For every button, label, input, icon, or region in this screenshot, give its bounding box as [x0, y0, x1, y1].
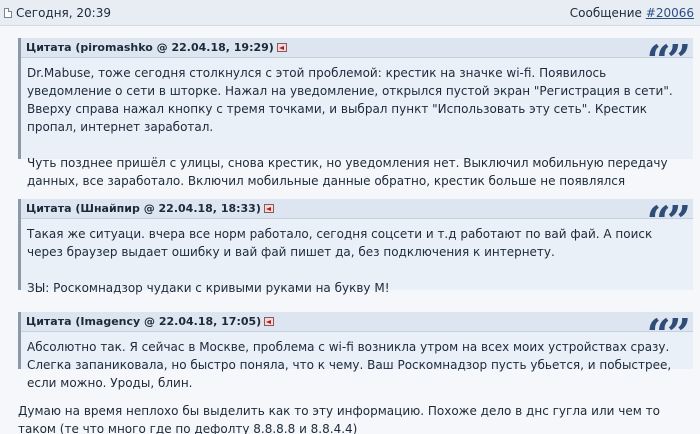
quote-mark-icon: “” [646, 310, 691, 359]
quote-header: Цитата (piromashko @ 22.04.18, 19:29) “” [21, 38, 693, 82]
page-icon [4, 7, 12, 18]
quote-author: Цитата (piromashko @ 22.04.18, 19:29 [26, 41, 269, 54]
quote-mark-icon: “” [646, 197, 691, 246]
post-date-group: Сегодня, 20:39 [4, 6, 111, 20]
quote-paragraph: ЗЫ: Роскомнадзор чудаки с кривыми руками… [27, 281, 390, 295]
quote-block: Цитата (Шнайпир @ 22.04.18, 18:33) “” Та… [18, 199, 693, 295]
quote-body: Абсолютно так. Я сейчас в Москве, пробле… [21, 332, 693, 398]
quote-paragraph: Абсолютно так. Я сейчас в Москве, пробле… [27, 340, 672, 390]
go-to-post-icon[interactable] [264, 317, 275, 326]
quote-header: Цитата (Шнайпир @ 22.04.18, 18:33) “” [21, 199, 693, 243]
go-to-post-icon[interactable] [263, 204, 274, 213]
message-label: Сообщение [569, 5, 642, 20]
quote-mark-icon: “” [646, 36, 691, 85]
quote-body: Такая же ситуаци. вчера все норм работал… [21, 219, 693, 303]
post-text: Думаю на время неплохо бы выделить как т… [18, 404, 660, 434]
quote-paragraph: Такая же ситуаци. вчера все норм работал… [27, 227, 653, 259]
quote-author: Цитата (Шнайпир @ 22.04.18, 18:33 [26, 202, 256, 215]
post-date: Сегодня, 20:39 [16, 5, 111, 20]
quote-body: Dr.Mabuse, тоже сегодня столкнулся с это… [21, 58, 693, 196]
post-header: Сегодня, 20:39 Сообщение #20066 [0, 0, 700, 26]
post-message-info: Сообщение #20066 [570, 6, 694, 20]
quote-block: Цитата (Imagency @ 22.04.18, 17:05) “” А… [18, 312, 693, 390]
quote-paragraph: Чуть позднее пришёл с улицы, снова крест… [27, 156, 668, 188]
go-to-post-icon[interactable] [276, 43, 287, 52]
message-number-link[interactable]: #20066 [646, 6, 694, 20]
quote-author: Цитата (Imagency @ 22.04.18, 17:05 [26, 315, 257, 328]
quote-block: Цитата (piromashko @ 22.04.18, 19:29) “”… [18, 38, 693, 188]
quote-paragraph: Dr.Mabuse, тоже сегодня столкнулся с это… [27, 66, 673, 134]
quote-header: Цитата (Imagency @ 22.04.18, 17:05) “” [21, 312, 693, 356]
